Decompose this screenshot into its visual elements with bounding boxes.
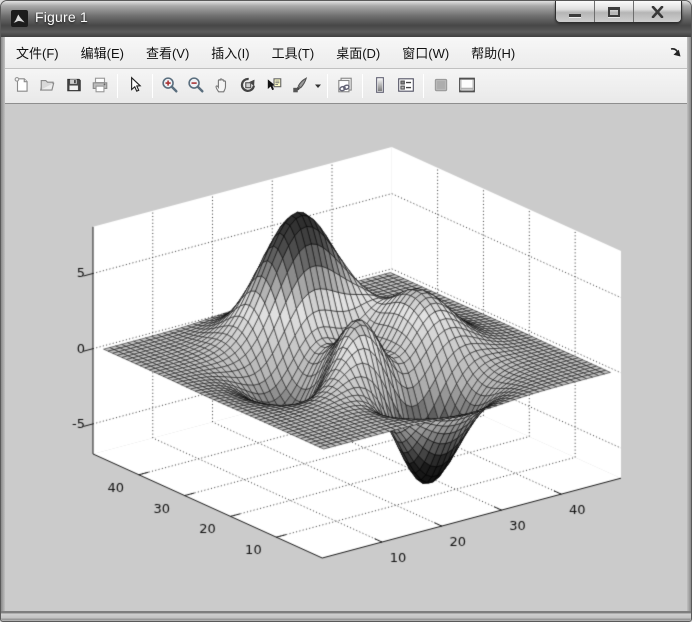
insert-legend-button[interactable] xyxy=(393,73,419,99)
brush-data-button[interactable] xyxy=(287,73,313,99)
insert-legend-icon xyxy=(397,76,415,97)
minimize-button[interactable] xyxy=(556,1,595,22)
caption-buttons xyxy=(555,1,682,23)
insert-colorbar-icon xyxy=(371,76,389,97)
brush-dropdown-caret-icon[interactable] xyxy=(313,73,323,99)
dock-figure-icon[interactable] xyxy=(669,45,683,59)
link-plot-button[interactable] xyxy=(332,73,358,99)
open-file-button[interactable] xyxy=(35,73,61,99)
menu-item-window[interactable]: 窗口(W) xyxy=(391,37,460,68)
zoom-in-icon xyxy=(161,76,179,97)
link-plot-icon xyxy=(336,76,354,97)
toolbar-separator xyxy=(152,74,153,98)
brush-data-icon xyxy=(291,76,309,97)
show-plot-tools-icon xyxy=(458,76,476,97)
title-bar[interactable]: Figure 1 xyxy=(1,1,691,37)
toolbar-separator xyxy=(327,74,328,98)
close-icon xyxy=(651,6,664,18)
new-figure-button[interactable] xyxy=(9,73,35,99)
menu-item-desktop[interactable]: 桌面(D) xyxy=(325,37,391,68)
window-frame-right xyxy=(687,37,691,613)
menu-item-insert[interactable]: 插入(I) xyxy=(200,37,260,68)
open-file-icon xyxy=(39,76,57,97)
show-plot-tools-button[interactable] xyxy=(454,73,480,99)
toolbar-separator xyxy=(423,74,424,98)
rotate-3d-icon xyxy=(239,76,257,97)
maximize-button[interactable] xyxy=(595,1,634,22)
new-figure-icon xyxy=(13,76,31,97)
toolbar-separator xyxy=(362,74,363,98)
edit-plot-button[interactable] xyxy=(122,73,148,99)
hide-plot-tools-icon xyxy=(432,76,450,97)
window-frame-left xyxy=(1,37,5,613)
save-figure-button[interactable] xyxy=(61,73,87,99)
menu-item-view[interactable]: 查看(V) xyxy=(135,37,200,68)
matlab-logo-icon xyxy=(11,10,28,27)
menu-item-file[interactable]: 文件(F) xyxy=(5,37,70,68)
maximize-icon xyxy=(608,7,620,17)
zoom-out-icon xyxy=(187,76,205,97)
hide-plot-tools-button[interactable] xyxy=(428,73,454,99)
menu-item-tools[interactable]: 工具(T) xyxy=(261,37,326,68)
toolbar-separator xyxy=(117,74,118,98)
figure-toolbar xyxy=(5,69,689,104)
print-figure-button[interactable] xyxy=(87,73,113,99)
pan-icon xyxy=(213,76,231,97)
window-title: Figure 1 xyxy=(35,9,88,25)
data-cursor-button[interactable] xyxy=(261,73,287,99)
menu-bar: 文件(F)编辑(E)查看(V)插入(I)工具(T)桌面(D)窗口(W)帮助(H) xyxy=(5,37,689,69)
insert-colorbar-button[interactable] xyxy=(367,73,393,99)
minimize-icon xyxy=(569,14,581,17)
figure-plot-canvas[interactable] xyxy=(5,104,689,613)
save-figure-icon xyxy=(65,76,83,97)
menu-item-help[interactable]: 帮助(H) xyxy=(460,37,526,68)
window-frame-bottom xyxy=(1,611,691,621)
menu-item-edit[interactable]: 编辑(E) xyxy=(70,37,135,68)
close-button[interactable] xyxy=(634,1,681,22)
print-figure-icon xyxy=(91,76,109,97)
zoom-in-button[interactable] xyxy=(157,73,183,99)
edit-plot-icon xyxy=(126,76,144,97)
data-cursor-icon xyxy=(265,76,283,97)
figure-canvas-area xyxy=(5,104,689,613)
pan-button[interactable] xyxy=(209,73,235,99)
figure-window: Figure 1 文件(F)编辑(E)查看(V)插入(I)工具(T)桌面(D)窗… xyxy=(0,0,692,622)
zoom-out-button[interactable] xyxy=(183,73,209,99)
rotate-3d-button[interactable] xyxy=(235,73,261,99)
